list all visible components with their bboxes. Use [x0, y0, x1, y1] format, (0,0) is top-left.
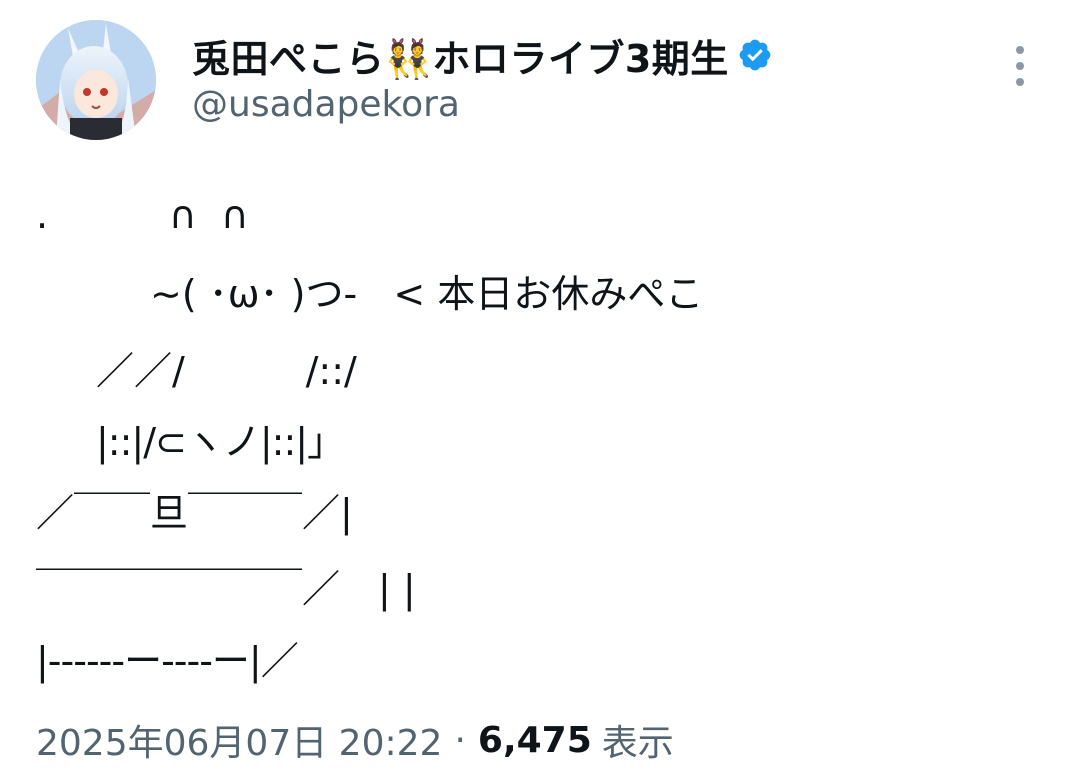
author-name[interactable]: 兎田ぺこら👯ホロライブ3期生	[192, 28, 729, 83]
views-label[interactable]: 表示	[602, 714, 674, 766]
post-text-line: ∼( ･ω･ )つ- < 本日お休みぺこ	[150, 272, 704, 316]
more-vertical-icon	[1016, 46, 1024, 86]
avatar[interactable]	[36, 20, 156, 140]
post-meta: 2025年06月07日 20:22 · 6,475 表示	[36, 712, 674, 768]
post-text-line: |------ー----ー|／	[36, 639, 299, 683]
meta-separator: ·	[454, 719, 466, 761]
views-count[interactable]: 6,475	[478, 720, 592, 761]
more-options-button[interactable]	[1004, 40, 1036, 92]
post-text-line: |::|/⊂ヽノ|::|」	[96, 420, 345, 464]
author-name-row[interactable]: 兎田ぺこら👯ホロライブ3期生	[192, 28, 773, 82]
post-text-line: ／￣￣旦￣￣￣／|	[36, 491, 353, 535]
verified-badge-icon	[737, 37, 773, 73]
post-text-line: ／／/ /::/	[96, 349, 357, 393]
avatar-image	[36, 20, 156, 140]
author-handle[interactable]: @usadapekora	[192, 84, 460, 125]
post-text-line: . ∩ ∩	[36, 193, 249, 237]
post-text-line: ￣￣￣￣￣￣￣／ | |	[36, 567, 416, 611]
post-timestamp[interactable]: 2025年06月07日 20:22	[36, 714, 442, 766]
